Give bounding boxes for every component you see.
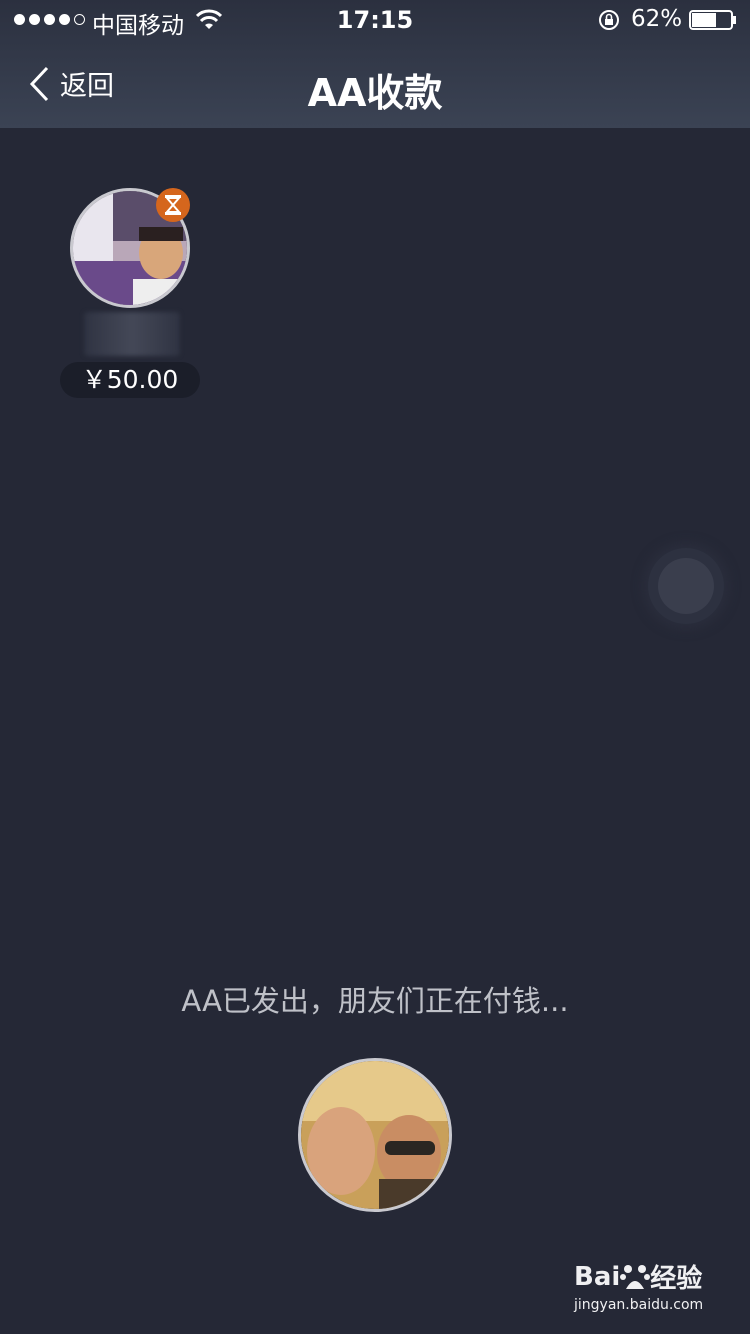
member-name-redacted — [84, 312, 180, 356]
battery-percent: 62% — [631, 6, 683, 32]
page-title: AA收款 — [307, 71, 443, 115]
self-avatar[interactable] — [298, 1058, 452, 1212]
self-photo — [301, 1061, 449, 1209]
hourglass-icon — [156, 188, 190, 222]
baidu-paw-icon — [620, 1264, 651, 1289]
rotation-lock-icon — [599, 10, 619, 30]
member-amount: ￥50.00 — [60, 362, 200, 398]
nav-header: 中国移动 17:15 62% 返回 AA收款 — [0, 0, 750, 128]
watermark-url: jingyan.baidu.com — [574, 1297, 704, 1313]
watermark-brand-suffix: 经验 — [650, 1264, 703, 1294]
baidu-jingyan-watermark: Bai 经验 jingyan.baidu.com — [574, 1258, 724, 1314]
assistive-touch-button[interactable] — [648, 548, 724, 624]
aa-status-message: AA已发出，朋友们正在付钱... — [181, 984, 569, 1018]
battery-icon — [689, 10, 736, 30]
status-bar: 中国移动 17:15 62% — [0, 0, 750, 40]
watermark-brand: Bai — [574, 1261, 621, 1292]
